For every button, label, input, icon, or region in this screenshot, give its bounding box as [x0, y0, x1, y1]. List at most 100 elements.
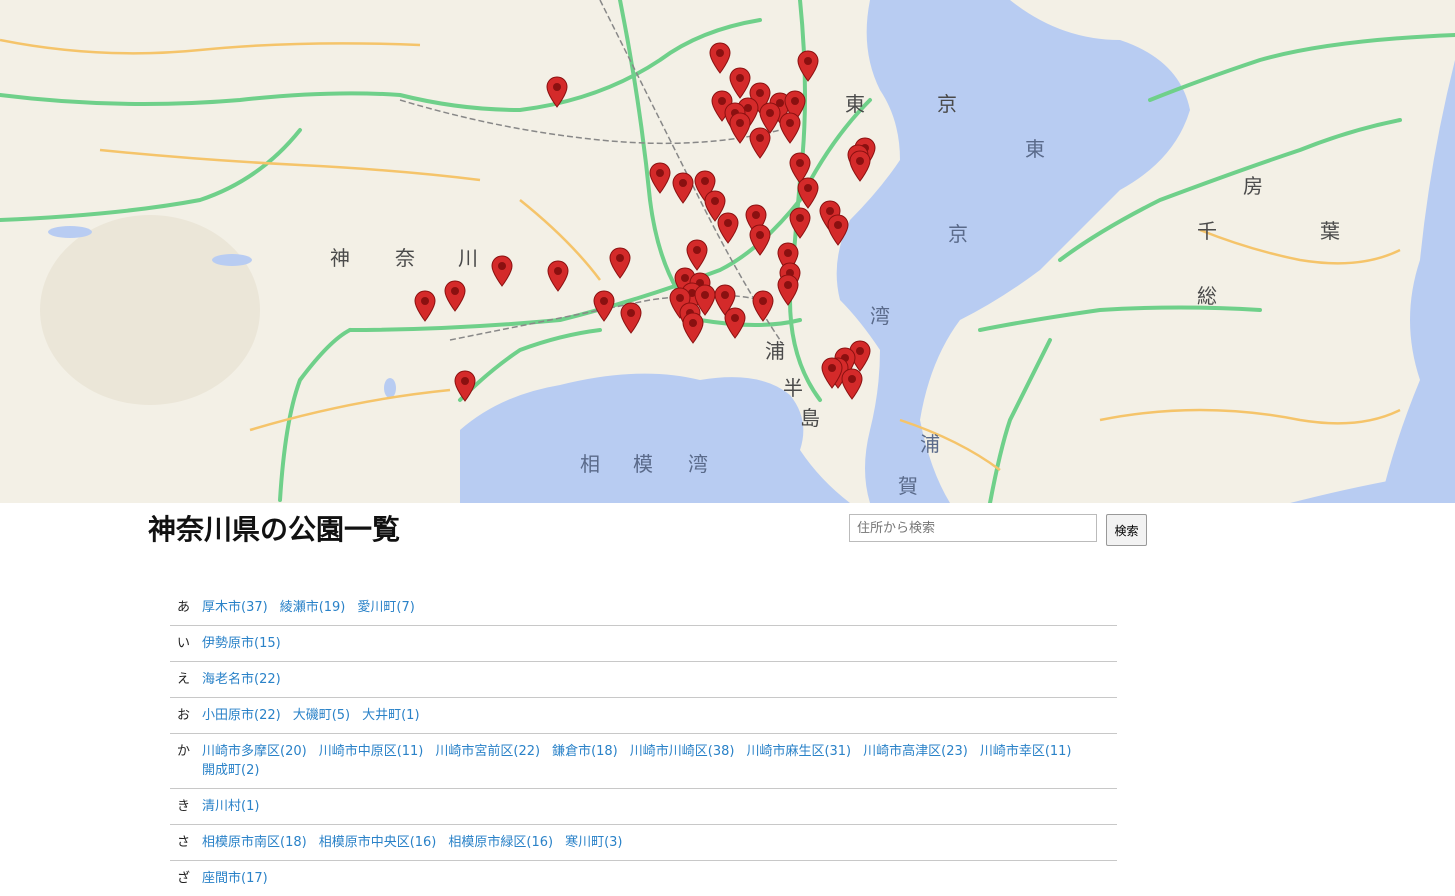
park-marker-icon[interactable] [777, 274, 799, 306]
kana-heading: き [177, 799, 191, 814]
park-marker-icon[interactable] [593, 290, 615, 322]
map-label: 千 [1197, 219, 1219, 243]
park-marker-icon[interactable] [491, 255, 513, 287]
municipality-link[interactable]: 開成町(2) [202, 761, 259, 780]
municipality-links: 海老名市(22) [202, 670, 1117, 689]
municipality-links: 相模原市南区(18) 相模原市中央区(16) 相模原市緑区(16) 寒川町(3) [202, 833, 1117, 852]
municipality-link[interactable]: 相模原市南区(18) [202, 833, 307, 852]
page-header: 神奈川県の公園一覧 検索 [148, 508, 1148, 558]
map-label: 京 [948, 222, 970, 246]
municipality-link[interactable]: 大井町(1) [362, 706, 419, 725]
map-view[interactable]: 神 奈 川 東 京 相 模 湾 浦 半 島 房 千 葉 総 東 京 湾 浦 賀 [0, 0, 1455, 503]
park-marker-icon[interactable] [649, 162, 671, 194]
park-marker-icon[interactable] [672, 172, 694, 204]
municipality-link[interactable]: 座間市(17) [202, 869, 268, 888]
map-label: 相 [580, 452, 602, 476]
park-marker-icon[interactable] [454, 370, 476, 402]
municipality-link[interactable]: 愛川町(7) [357, 598, 414, 617]
park-marker-icon[interactable] [821, 357, 843, 389]
kana-row: え海老名市(22) [170, 662, 1117, 698]
kana-row: い伊勢原市(15) [170, 626, 1117, 662]
kana-heading: ざ [177, 871, 191, 886]
park-marker-icon[interactable] [752, 290, 774, 322]
park-marker-icon[interactable] [797, 50, 819, 82]
municipality-link[interactable]: 川崎市多摩区(20) [202, 742, 307, 761]
park-marker-icon[interactable] [797, 177, 819, 209]
park-marker-icon[interactable] [789, 207, 811, 239]
park-marker-icon[interactable] [682, 312, 704, 344]
municipality-links: 川崎市多摩区(20) 川崎市中原区(11) 川崎市宮前区(22) 鎌倉市(18) 川崎市… [202, 742, 1117, 780]
map-tiles [0, 0, 1455, 503]
municipality-links: 厚木市(37) 綾瀬市(19) 愛川町(7) [202, 598, 1117, 617]
municipality-link[interactable]: 小田原市(22) [202, 706, 281, 725]
municipality-links: 座間市(17) [202, 869, 1117, 888]
municipality-link[interactable]: 川崎市高津区(23) [863, 742, 968, 761]
map-label: 葉 [1320, 219, 1342, 243]
kana-row: き清川村(1) [170, 789, 1117, 825]
park-marker-icon[interactable] [609, 247, 631, 279]
kana-heading: か [177, 744, 191, 759]
municipality-link[interactable]: 川崎市宮前区(22) [435, 742, 540, 761]
municipality-links: 伊勢原市(15) [202, 634, 1117, 653]
kana-heading: さ [177, 835, 191, 850]
municipality-link[interactable]: 伊勢原市(15) [202, 634, 281, 653]
map-label: 川 [458, 246, 480, 270]
municipality-links: 小田原市(22) 大磯町(5) 大井町(1) [202, 706, 1117, 725]
park-marker-icon[interactable] [841, 368, 863, 400]
park-marker-icon[interactable] [724, 307, 746, 339]
map-label: 総 [1197, 284, 1219, 308]
park-marker-icon[interactable] [827, 214, 849, 246]
park-marker-icon[interactable] [709, 42, 731, 74]
map-label: 半 [783, 376, 805, 400]
park-marker-icon[interactable] [749, 127, 771, 159]
municipality-link[interactable]: 厚木市(37) [202, 598, 268, 617]
address-search-input[interactable] [849, 514, 1097, 542]
map-label: 神 [330, 246, 352, 270]
municipality-link[interactable]: 寒川町(3) [565, 833, 622, 852]
municipality-list: あ厚木市(37) 綾瀬市(19) 愛川町(7) い伊勢原市(15) え海老名市(22) お… [170, 590, 1117, 896]
municipality-link[interactable]: 相模原市緑区(16) [448, 833, 553, 852]
municipality-link[interactable]: 綾瀬市(19) [280, 598, 346, 617]
municipality-link[interactable]: 川崎市麻生区(31) [746, 742, 851, 761]
kana-heading: え [177, 672, 191, 687]
park-marker-icon[interactable] [444, 280, 466, 312]
municipality-link[interactable]: 相模原市中央区(16) [319, 833, 437, 852]
municipality-link[interactable]: 鎌倉市(18) [552, 742, 618, 761]
park-marker-icon[interactable] [414, 290, 436, 322]
park-marker-icon[interactable] [849, 150, 871, 182]
map-label: 京 [937, 92, 959, 116]
search-button[interactable]: 検索 [1106, 514, 1147, 546]
municipality-link[interactable]: 海老名市(22) [202, 670, 281, 689]
municipality-links: 清川村(1) [202, 797, 1117, 816]
map-label: 浦 [765, 339, 787, 363]
kana-row: か川崎市多摩区(20) 川崎市中原区(11) 川崎市宮前区(22) 鎌倉市(18) 川崎… [170, 734, 1117, 789]
map-label: 島 [800, 406, 822, 430]
page-title: 神奈川県の公園一覧 [148, 513, 401, 546]
municipality-link[interactable]: 川崎市川崎区(38) [630, 742, 735, 761]
map-label: 房 [1243, 174, 1265, 198]
park-marker-icon[interactable] [546, 76, 568, 108]
municipality-link[interactable]: 大磯町(5) [293, 706, 350, 725]
map-label: 東 [1025, 137, 1047, 161]
kana-row: さ相模原市南区(18) 相模原市中央区(16) 相模原市緑区(16) 寒川町(3) [170, 825, 1117, 861]
map-label: 浦 [920, 432, 942, 456]
park-marker-icon[interactable] [717, 212, 739, 244]
map-label: 湾 [688, 452, 710, 476]
kana-row: お小田原市(22) 大磯町(5) 大井町(1) [170, 698, 1117, 734]
municipality-link[interactable]: 川崎市中原区(11) [319, 742, 424, 761]
park-marker-icon[interactable] [620, 302, 642, 334]
map-label: 湾 [870, 304, 892, 328]
kana-heading: あ [177, 600, 191, 615]
kana-row: ざ座間市(17) [170, 861, 1117, 896]
map-label: 模 [633, 452, 655, 476]
municipality-link[interactable]: 川崎市幸区(11) [980, 742, 1072, 761]
map-label: 賀 [898, 474, 920, 498]
park-marker-icon[interactable] [749, 224, 771, 256]
park-marker-icon[interactable] [779, 112, 801, 144]
park-marker-icon[interactable] [729, 112, 751, 144]
map-label: 東 [845, 92, 867, 116]
park-marker-icon[interactable] [547, 260, 569, 292]
municipality-link[interactable]: 清川村(1) [202, 797, 259, 816]
kana-heading: お [177, 708, 191, 723]
kana-heading: い [177, 636, 191, 651]
